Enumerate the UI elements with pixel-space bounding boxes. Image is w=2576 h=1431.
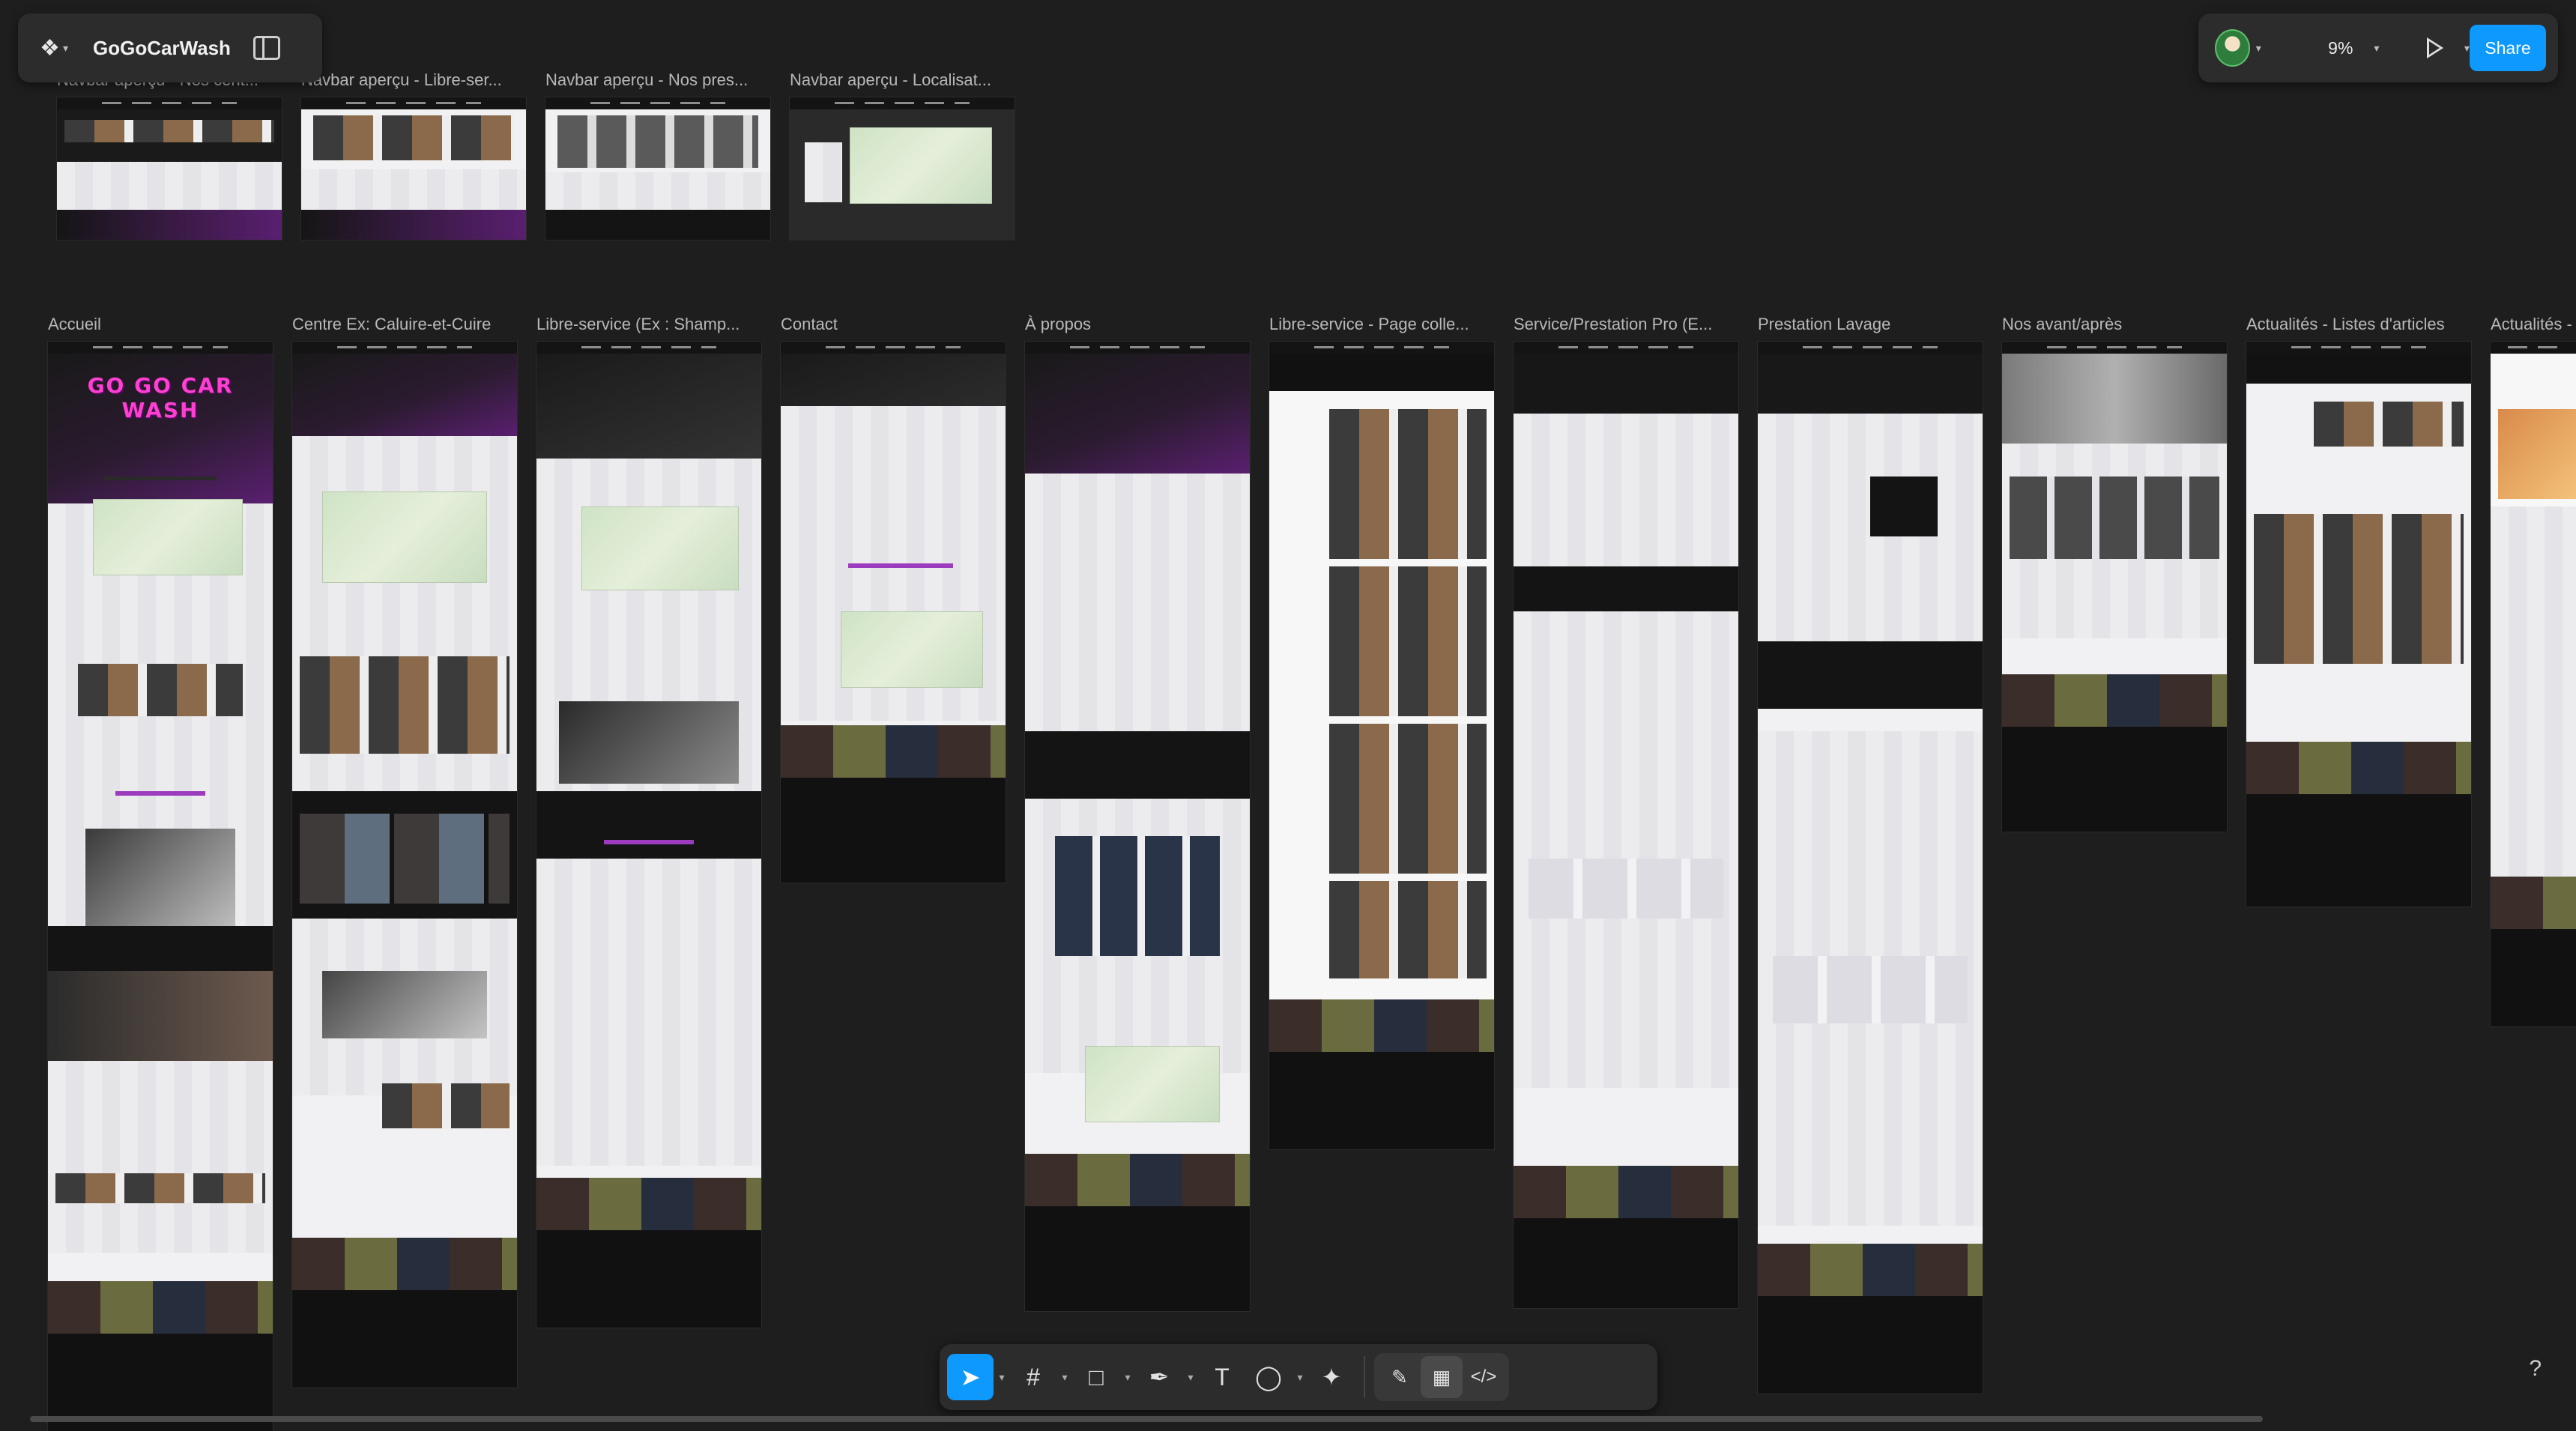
main-menu-button[interactable]: ❖ ▾	[34, 28, 73, 67]
frame-hash-icon: #	[1027, 1363, 1040, 1391]
chevron-down-icon[interactable]: ▾	[1119, 1371, 1136, 1384]
design-canvas[interactable]: Navbar aperçu - Nos cent... Navbar aperç…	[0, 0, 2576, 1431]
frame-label[interactable]: Libre-service - Page colle...	[1269, 315, 1490, 334]
rectangle-icon: □	[1089, 1363, 1104, 1391]
pencil-scribble-icon: ✎	[1391, 1365, 1408, 1388]
frame-libre-service-collection[interactable]	[1269, 342, 1494, 1149]
frame-label[interactable]: Nos avant/après	[2002, 315, 2222, 334]
frame-label[interactable]: Service/Prestation Pro (E...	[1514, 315, 1734, 334]
toolbar-divider	[1364, 1356, 1365, 1398]
file-toolbar: ❖ ▾ GoGoCarWash	[18, 13, 322, 82]
frame-service-pro[interactable]	[1514, 342, 1738, 1308]
sidebar-toggle-icon[interactable]	[253, 36, 280, 60]
frame-navbar-libre-service[interactable]	[301, 97, 526, 240]
share-button[interactable]: Share	[2469, 25, 2546, 71]
frame-centre[interactable]	[292, 342, 517, 1388]
shape-tool-button[interactable]: □	[1073, 1354, 1119, 1400]
frame-label[interactable]: Navbar aperçu - Nos pres...	[545, 70, 766, 90]
header-right-toolbar: ▾ 9% ▾ ▾ Share	[2198, 13, 2558, 82]
frame-navbar-localisation[interactable]	[790, 97, 1015, 240]
design-mode-button[interactable]: ▦	[1421, 1356, 1463, 1398]
frame-label[interactable]: Libre-service (Ex : Shamp...	[536, 315, 757, 334]
frame-label[interactable]: Contact	[781, 315, 1001, 334]
frame-actualites-article[interactable]	[2491, 342, 2576, 1026]
frame-a-propos[interactable]	[1025, 342, 1250, 1311]
frame-label[interactable]: Prestation Lavage	[1758, 315, 1978, 334]
zoom-level: 9%	[2328, 37, 2353, 58]
figma-logo-icon: ❖	[40, 35, 60, 61]
mode-switcher: ✎ ▦ </>	[1374, 1353, 1509, 1401]
avatar[interactable]	[2215, 29, 2250, 67]
sparkle-icon: ✦	[1321, 1364, 1342, 1391]
design-layout-icon: ▦	[1432, 1365, 1451, 1388]
play-icon[interactable]	[2426, 37, 2443, 58]
frame-prestation-lavage[interactable]	[1758, 342, 1983, 1394]
pen-tool-button[interactable]: ✒	[1136, 1354, 1182, 1400]
chevron-down-icon[interactable]: ▾	[1182, 1371, 1199, 1384]
text-tool-button[interactable]: T	[1199, 1354, 1245, 1400]
frame-contact[interactable]	[781, 342, 1006, 883]
chevron-down-icon[interactable]: ▾	[2464, 42, 2470, 55]
frame-actualites-liste[interactable]	[2246, 342, 2471, 907]
chevron-down-icon[interactable]: ▾	[994, 1371, 1010, 1384]
chevron-down-icon: ▾	[62, 41, 68, 54]
frame-tool-button[interactable]: #	[1010, 1354, 1056, 1400]
horizontal-scrollbar[interactable]	[30, 1416, 2263, 1422]
frame-accueil[interactable]: GO GO CAR WASH	[48, 342, 273, 1431]
frame-label[interactable]: Actualités -	[2491, 315, 2576, 334]
frame-navbar-centres[interactable]	[57, 97, 282, 240]
frame-label[interactable]: À propos	[1025, 315, 1245, 334]
chevron-down-icon[interactable]: ▾	[1056, 1371, 1073, 1384]
chevron-down-icon: ▾	[2374, 41, 2380, 54]
text-icon: T	[1215, 1363, 1230, 1391]
comment-bubble-icon: ◯	[1255, 1364, 1282, 1391]
dev-mode-button[interactable]: </>	[1463, 1356, 1505, 1398]
file-name[interactable]: GoGoCarWash	[93, 37, 231, 60]
chevron-down-icon[interactable]: ▾	[2256, 42, 2261, 55]
zoom-control[interactable]: 9% ▾	[2302, 28, 2406, 68]
frame-label[interactable]: Actualités - Listes d'articles	[2246, 315, 2467, 334]
code-brackets-icon: </>	[1470, 1367, 1497, 1387]
bottom-toolbar: ➤ ▾ # ▾ □ ▾ ✒ ▾ T ◯ ▾ ✦ ✎ ▦ </>	[940, 1344, 1657, 1410]
frame-avant-apres[interactable]	[2002, 342, 2227, 832]
frame-libre-service-shampouineuse[interactable]	[536, 342, 761, 1328]
draw-mode-button[interactable]: ✎	[1379, 1356, 1421, 1398]
frame-label[interactable]: Centre Ex: Caluire-et-Cuire	[292, 315, 513, 334]
hero-title: GO GO CAR WASH	[87, 373, 234, 423]
cursor-arrow-icon: ➤	[960, 1364, 981, 1391]
comment-tool-button[interactable]: ◯	[1245, 1354, 1292, 1400]
frame-label[interactable]: Accueil	[48, 315, 268, 334]
frame-label[interactable]: Navbar aperçu - Localisat...	[790, 70, 1010, 90]
actions-tool-button[interactable]: ✦	[1308, 1354, 1355, 1400]
help-icon[interactable]: ?	[2529, 1356, 2542, 1382]
pen-icon: ✒	[1149, 1364, 1170, 1391]
frame-label[interactable]: Navbar aperçu - Libre-ser...	[301, 70, 521, 90]
frame-navbar-prestations[interactable]	[545, 97, 770, 240]
move-tool-button[interactable]: ➤	[947, 1354, 994, 1400]
chevron-down-icon[interactable]: ▾	[1292, 1371, 1308, 1384]
